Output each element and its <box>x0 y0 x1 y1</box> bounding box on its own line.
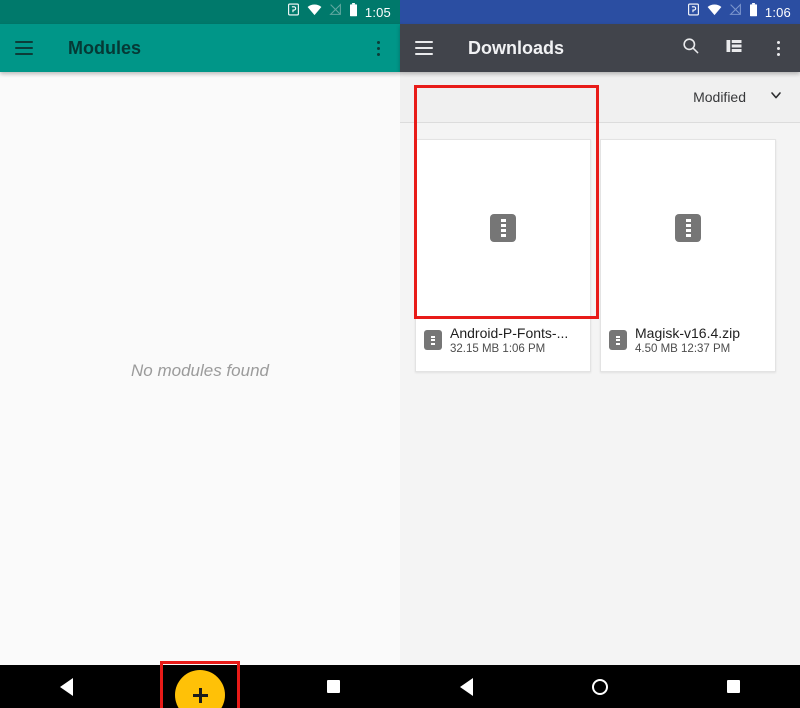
hamburger-menu-icon[interactable] <box>0 24 48 72</box>
file-meta: Android-P-Fonts-... 32.15 MB 1:06 PM <box>450 325 568 355</box>
screen-rotation-icon <box>287 3 300 21</box>
overflow-menu-button[interactable] <box>756 24 800 72</box>
app-bar: Downloads <box>400 24 800 72</box>
downloads-content-area: Modified Android-P-Fonts-... 32.15 MB 1:… <box>400 72 800 665</box>
wifi-icon <box>707 3 722 21</box>
file-card-footer: Magisk-v16.4.zip 4.50 MB 12:37 PM <box>601 315 775 371</box>
file-card-footer: Android-P-Fonts-... 32.15 MB 1:06 PM <box>416 315 590 371</box>
status-bar-clock: 1:06 <box>764 4 791 20</box>
file-name: Android-P-Fonts-... <box>450 325 569 341</box>
nav-recents-button[interactable] <box>303 665 363 708</box>
file-card-grid: Android-P-Fonts-... 32.15 MB 1:06 PM Mag… <box>400 123 800 372</box>
dual-screenshot: 1:05 Modules No modules found 1:06 Downl… <box>0 0 800 708</box>
overflow-menu-button[interactable] <box>356 24 400 72</box>
status-bar: 1:05 <box>0 0 400 24</box>
file-card[interactable]: Magisk-v16.4.zip 4.50 MB 12:37 PM <box>600 139 776 372</box>
nav-back-button[interactable] <box>37 665 97 708</box>
search-button[interactable] <box>668 24 712 72</box>
file-size-and-time: 4.50 MB 12:37 PM <box>635 343 731 355</box>
zip-file-icon <box>424 330 442 350</box>
battery-icon <box>749 2 758 22</box>
left-phone-screen: 1:05 Modules No modules found <box>0 0 400 708</box>
zip-file-icon <box>490 213 516 242</box>
file-meta: Magisk-v16.4.zip 4.50 MB 12:37 PM <box>635 325 740 355</box>
page-title: Downloads <box>468 37 565 58</box>
app-bar: Modules <box>0 24 400 72</box>
file-thumbnail <box>601 140 775 315</box>
screen-rotation-icon <box>687 3 700 21</box>
signal-off-icon <box>729 3 742 21</box>
file-card[interactable]: Android-P-Fonts-... 32.15 MB 1:06 PM <box>415 139 591 372</box>
status-bar: 1:06 <box>400 0 800 24</box>
wifi-icon <box>307 3 322 21</box>
sort-mode-label[interactable]: Modified <box>693 89 746 105</box>
nav-back-button[interactable] <box>437 665 497 708</box>
page-title: Modules <box>68 37 142 58</box>
nav-home-button[interactable] <box>570 665 630 708</box>
modules-content-area: No modules found <box>0 72 400 708</box>
back-triangle-icon <box>60 677 74 696</box>
zip-file-icon <box>609 330 627 350</box>
sort-bar: Modified <box>400 72 800 123</box>
file-size-and-time: 32.15 MB 1:06 PM <box>450 343 546 355</box>
view-toggle-button[interactable] <box>712 24 756 72</box>
status-bar-clock: 1:05 <box>364 4 391 20</box>
signal-off-icon <box>329 3 342 21</box>
chevron-down-icon[interactable] <box>768 87 784 108</box>
home-circle-icon <box>591 678 608 695</box>
list-view-icon <box>725 37 743 60</box>
nav-recents-button[interactable] <box>703 665 763 708</box>
search-icon <box>681 36 700 60</box>
zip-file-icon <box>675 213 701 242</box>
empty-state-message: No modules found <box>131 361 269 380</box>
overflow-menu-icon <box>376 40 380 56</box>
recents-square-icon <box>726 680 740 693</box>
file-name: Magisk-v16.4.zip <box>635 325 741 341</box>
battery-icon <box>349 2 358 22</box>
system-nav-bar <box>400 665 800 708</box>
overflow-menu-icon <box>776 40 780 56</box>
file-thumbnail <box>416 140 590 315</box>
back-triangle-icon <box>460 677 474 696</box>
recents-square-icon <box>326 680 340 693</box>
hamburger-menu-icon[interactable] <box>400 24 448 72</box>
right-phone-screen: 1:06 Downloads Modified Android-P-Fonts-… <box>400 0 800 708</box>
plus-icon <box>192 687 208 703</box>
